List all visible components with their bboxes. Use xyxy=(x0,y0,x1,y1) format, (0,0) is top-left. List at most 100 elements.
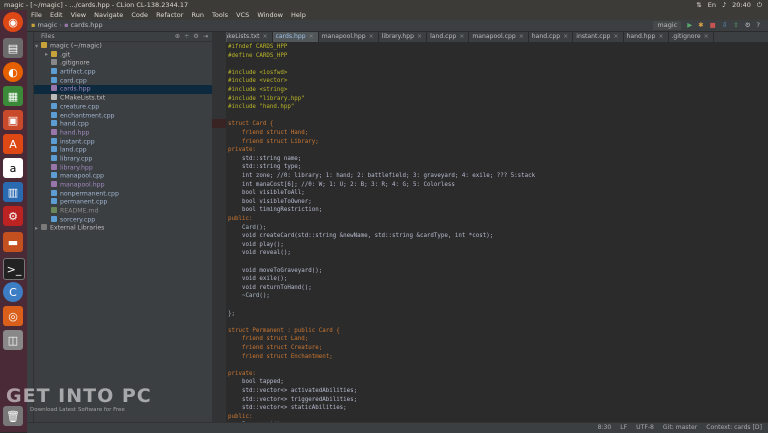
tree-item[interactable]: library.cpp xyxy=(27,154,212,164)
menu-vcs[interactable]: VCS xyxy=(236,11,249,19)
close-tab-icon[interactable]: × xyxy=(613,33,618,40)
impress-icon[interactable]: ▣ xyxy=(3,110,23,130)
tree-item[interactable]: ▸ .git xyxy=(27,50,212,60)
menu-code[interactable]: Code xyxy=(131,11,148,19)
dash-icon[interactable]: ◉ xyxy=(3,12,23,32)
clock[interactable]: 20:40 xyxy=(732,0,751,10)
calc-icon[interactable]: ▦ xyxy=(3,86,23,106)
breadcrumb-file[interactable]: cards.hpp xyxy=(71,21,103,29)
stop-icon[interactable]: ■ xyxy=(710,20,716,31)
menu-edit[interactable]: Edit xyxy=(50,11,63,19)
tree-item[interactable]: enchantment.cpp xyxy=(27,111,212,121)
hide-icon[interactable]: ⇥ xyxy=(203,32,208,41)
settings-icon[interactable]: ⚙ xyxy=(3,206,23,226)
debug-icon[interactable]: ✱ xyxy=(698,20,703,31)
tree-item[interactable]: ▾ magic (~/magic) xyxy=(27,42,212,51)
editor-tab[interactable]: manapool.cpp × xyxy=(469,32,529,42)
tree-item[interactable]: creature.cpp xyxy=(27,102,212,112)
close-tab-icon[interactable]: × xyxy=(262,33,267,40)
tree-item[interactable]: CMakeLists.txt xyxy=(27,94,212,103)
close-tab-icon[interactable]: × xyxy=(417,33,422,40)
code-editor[interactable]: #ifndef CARDS_HPP #define CARDS_HPP #inclu… xyxy=(226,42,768,428)
run-config-select[interactable]: magic xyxy=(653,21,682,30)
files-icon[interactable]: ▤ xyxy=(3,38,23,58)
editor-tab[interactable]: .gitignore × xyxy=(669,32,714,42)
tree-item[interactable]: hand.hpp xyxy=(27,128,212,138)
cpp-icon xyxy=(51,146,57,153)
tree-item[interactable]: cards.hpp xyxy=(27,85,212,95)
menu-tools[interactable]: Tools xyxy=(212,11,228,19)
settings-icon[interactable]: ⚙ xyxy=(193,32,199,41)
menu-run[interactable]: Run xyxy=(191,11,203,19)
editor-tab[interactable]: land.cpp × xyxy=(427,32,470,42)
code-line: bool visibleToOwner; xyxy=(228,198,312,205)
software-center-icon[interactable]: A xyxy=(3,134,23,154)
tree-item[interactable]: library.hpp xyxy=(27,163,212,173)
project-panel-title[interactable]: Files xyxy=(41,33,55,40)
volume-icon[interactable]: ♪ xyxy=(722,0,726,10)
viewer-icon[interactable]: ◫ xyxy=(3,330,23,350)
tree-item[interactable]: card.cpp xyxy=(27,76,212,86)
settings-gear-icon[interactable]: ⚙ xyxy=(745,20,751,31)
close-tab-icon[interactable]: × xyxy=(309,33,314,40)
editor-tab[interactable]: hand.hpp × xyxy=(624,32,669,42)
tree-item[interactable]: .gitignore xyxy=(27,59,212,68)
tree-item[interactable]: nonpermanent.cpp xyxy=(27,189,212,199)
amazon-icon[interactable]: a xyxy=(3,158,23,178)
tree-item-label: cards.hpp xyxy=(60,85,91,93)
tab-label: land.cpp xyxy=(430,33,457,40)
menu-file[interactable]: File xyxy=(31,11,42,19)
code-line: void exile(); xyxy=(228,276,288,283)
close-tab-icon[interactable]: × xyxy=(519,33,524,40)
breadcrumb-project[interactable]: magic xyxy=(37,21,57,29)
installer-icon[interactable]: ▬ xyxy=(3,232,23,252)
writer-icon[interactable]: ▥ xyxy=(3,182,23,202)
terminal-icon[interactable]: >_ xyxy=(3,258,25,280)
tree-item[interactable]: hand.cpp xyxy=(27,120,212,129)
sync-icon[interactable]: ⊕ xyxy=(175,32,180,41)
menu-window[interactable]: Window xyxy=(257,11,283,19)
tab-label: instant.cpp xyxy=(576,33,611,40)
close-tab-icon[interactable]: × xyxy=(459,33,464,40)
tree-item[interactable]: manapool.cpp xyxy=(27,172,212,181)
keyboard-icon[interactable]: En xyxy=(708,0,716,10)
clion-icon[interactable]: C xyxy=(3,282,23,302)
power-icon[interactable]: ⏻ xyxy=(757,0,762,10)
tree-item[interactable]: ▸ External Libraries xyxy=(27,224,212,233)
tree-item[interactable]: sorcery.cpp xyxy=(27,215,212,225)
tree-item-label: README.md xyxy=(60,207,99,215)
tree-item[interactable]: manapool.hpp xyxy=(27,181,212,190)
tree-item[interactable]: permanent.cpp xyxy=(27,198,212,207)
network-icon[interactable]: ⇅ xyxy=(696,0,701,10)
editor-tab[interactable]: instant.cpp × xyxy=(573,32,624,42)
firefox-icon[interactable]: ◐ xyxy=(3,62,23,82)
tree-item[interactable]: README.md xyxy=(27,207,212,216)
tree-item[interactable]: land.cpp xyxy=(27,146,212,155)
editor-tab[interactable]: library.hpp × xyxy=(379,32,428,42)
tree-item-label: External Libraries xyxy=(50,224,105,232)
code-line: bool tapped; xyxy=(228,379,284,386)
tab-label: library.hpp xyxy=(381,33,414,40)
close-tab-icon[interactable]: × xyxy=(704,33,709,40)
editor-tab[interactable]: hand.cpp × xyxy=(529,32,574,42)
menu-help[interactable]: Help xyxy=(291,11,306,19)
run-icon[interactable]: ▶ xyxy=(687,20,692,31)
menu-navigate[interactable]: Navigate xyxy=(94,11,123,19)
chrome-icon[interactable]: ◎ xyxy=(3,306,23,326)
editor-tab[interactable]: cards.hpp × xyxy=(272,32,319,42)
vcs-update-icon[interactable]: ⇩ xyxy=(722,20,727,31)
close-tab-icon[interactable]: × xyxy=(563,33,568,40)
system-tray: ⇅ En ♪ 20:40 ⏻ xyxy=(696,0,762,10)
collapse-icon[interactable]: ÷ xyxy=(184,32,189,41)
vcs-commit-icon[interactable]: ⇧ xyxy=(733,20,738,31)
editor-tab[interactable]: manapool.hpp × xyxy=(319,32,379,42)
tree-item[interactable]: instant.cpp xyxy=(27,137,212,147)
close-tab-icon[interactable]: × xyxy=(658,33,663,40)
close-tab-icon[interactable]: × xyxy=(369,33,374,40)
tree-item[interactable]: artifact.cpp xyxy=(27,68,212,77)
menu-view[interactable]: View xyxy=(71,11,86,19)
trash-icon[interactable]: 🗑 xyxy=(3,406,23,426)
tree-item-label: hand.cpp xyxy=(60,120,89,128)
help-icon[interactable]: ? xyxy=(757,20,760,31)
menu-refactor[interactable]: Refactor xyxy=(156,11,183,19)
